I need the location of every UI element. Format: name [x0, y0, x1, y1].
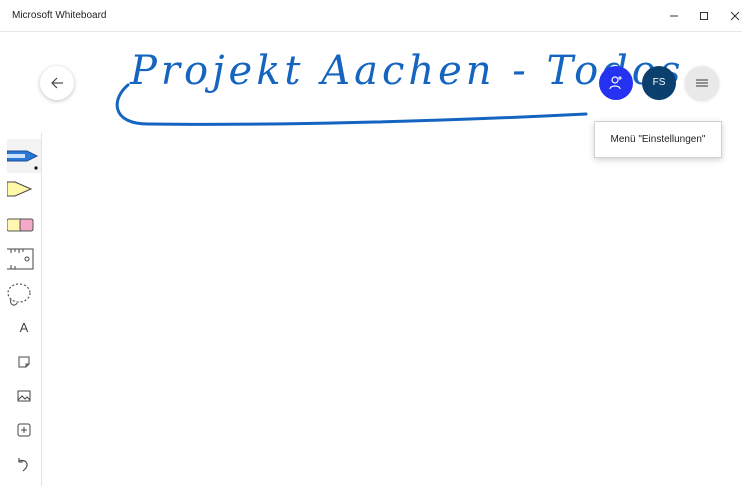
arrow-left-icon [51, 77, 63, 89]
invite-button[interactable] [599, 66, 633, 100]
close-button[interactable] [721, 6, 742, 26]
settings-tooltip: Menü "Einstellungen" [594, 121, 722, 158]
add-icon [17, 423, 31, 437]
pen-icon [7, 150, 39, 170]
ink-underline [115, 83, 588, 126]
note-icon [18, 356, 30, 368]
ruler-icon [7, 248, 34, 270]
minimize-button[interactable] [660, 6, 688, 26]
maximize-icon [700, 12, 708, 20]
title-bar: Microsoft Whiteboard [0, 0, 742, 32]
lasso-tool[interactable] [7, 277, 41, 311]
maximize-button[interactable] [690, 6, 718, 26]
undo-tool[interactable] [7, 447, 41, 481]
image-tool[interactable] [7, 379, 41, 413]
invite-person-icon [609, 76, 622, 90]
undo-icon [18, 458, 28, 472]
app-title: Microsoft Whiteboard [12, 10, 107, 21]
settings-menu-button[interactable] [685, 66, 719, 100]
highlighter-icon [7, 181, 33, 197]
user-avatar[interactable]: FS [642, 66, 676, 100]
text-tool[interactable]: A [7, 311, 41, 345]
text-icon: A [19, 320, 29, 335]
ink-title[interactable]: Projekt Aachen - Todos [108, 40, 680, 130]
add-tool[interactable] [7, 413, 41, 447]
highlighter-tool[interactable] [7, 175, 41, 209]
tool-bar: A [7, 133, 42, 486]
minimize-icon [670, 15, 678, 17]
pen-tool[interactable] [7, 139, 41, 173]
eraser-icon [7, 218, 34, 232]
close-icon [730, 11, 740, 21]
note-tool[interactable] [7, 345, 41, 379]
eraser-tool[interactable] [7, 209, 41, 243]
hamburger-icon [696, 79, 708, 87]
image-icon [17, 390, 31, 402]
lasso-icon [7, 283, 31, 306]
back-button[interactable] [40, 66, 74, 100]
ruler-tool[interactable] [7, 243, 41, 277]
